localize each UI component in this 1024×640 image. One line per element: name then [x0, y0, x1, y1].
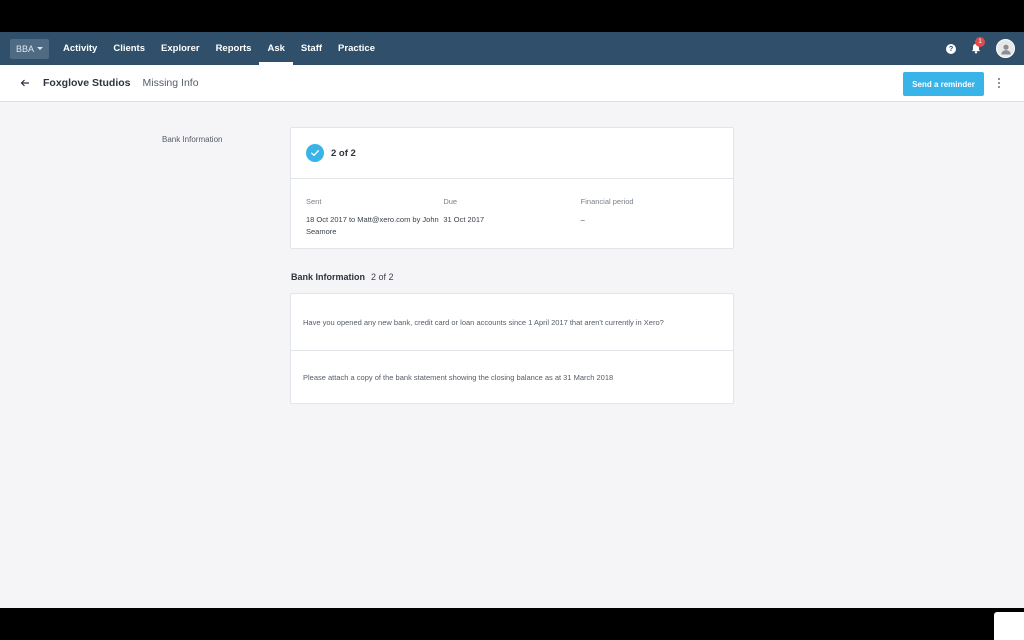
- request-meta: Sent 18 Oct 2017 to Matt@xero.com by Joh…: [291, 179, 733, 238]
- send-reminder-button[interactable]: Send a reminder: [903, 72, 984, 96]
- avatar[interactable]: [996, 39, 1015, 58]
- more-options-button[interactable]: [996, 75, 1002, 91]
- video-frame: BBA Activity Clients Explorer Reports As…: [0, 0, 1024, 640]
- notifications-button[interactable]: 1: [970, 36, 985, 55]
- period-label: Financial period: [580, 197, 634, 206]
- list-item[interactable]: Have you opened any new bank, credit car…: [291, 294, 733, 351]
- question-group-heading: Bank Information 2 of 2: [291, 272, 394, 282]
- notification-badge: 1: [975, 36, 985, 47]
- back-button[interactable]: [19, 77, 31, 89]
- nav-right-actions: ? 1: [946, 32, 1015, 65]
- nav-item-practice[interactable]: Practice: [330, 32, 383, 65]
- page-header: Foxglove Studios Missing Info Send a rem…: [0, 65, 1024, 102]
- request-status-card: 2 of 2 Sent 18 Oct 2017 to Matt@xero.com…: [290, 127, 734, 249]
- more-dot-icon: [998, 86, 1000, 88]
- checkmark-icon: [311, 150, 319, 156]
- corner-overlay: [994, 612, 1024, 640]
- period-value: –: [580, 215, 585, 224]
- group-count: 2 of 2: [371, 272, 394, 282]
- caret-down-icon: [37, 47, 43, 50]
- nav-item-reports[interactable]: Reports: [208, 32, 260, 65]
- due-label: Due: [443, 197, 458, 206]
- top-navigation: BBA Activity Clients Explorer Reports As…: [0, 32, 1024, 65]
- meta-due: Due 31 Oct 2017: [443, 197, 580, 238]
- nav-item-staff[interactable]: Staff: [293, 32, 330, 65]
- status-row: 2 of 2: [291, 128, 733, 179]
- app-window: BBA Activity Clients Explorer Reports As…: [0, 32, 1024, 608]
- arrow-left-icon: [20, 79, 29, 87]
- nav-item-clients[interactable]: Clients: [105, 32, 153, 65]
- nav-item-explorer[interactable]: Explorer: [153, 32, 208, 65]
- help-icon[interactable]: ?: [946, 43, 956, 54]
- more-dot-icon: [998, 82, 1000, 84]
- meta-period: Financial period –: [581, 197, 718, 238]
- sent-label: Sent: [306, 197, 322, 206]
- section-label: Bank Information: [162, 135, 223, 144]
- group-title: Bank Information: [291, 272, 366, 282]
- sent-value: 18 Oct 2017 to Matt@xero.com by John Sea…: [306, 215, 439, 236]
- status-progress: 2 of 2: [331, 147, 356, 159]
- org-switcher[interactable]: BBA: [10, 38, 49, 59]
- nav-items: Activity Clients Explorer Reports Ask St…: [55, 32, 383, 65]
- user-avatar-icon: [1000, 44, 1011, 54]
- check-circle-icon: [306, 144, 324, 162]
- meta-sent: Sent 18 Oct 2017 to Matt@xero.com by Joh…: [306, 197, 443, 238]
- nav-item-activity[interactable]: Activity: [55, 32, 105, 65]
- more-dot-icon: [998, 78, 1000, 80]
- page-title: Missing Info: [142, 77, 199, 89]
- org-label: BBA: [15, 43, 34, 54]
- nav-item-ask[interactable]: Ask: [259, 32, 294, 65]
- list-item[interactable]: Please attach a copy of the bank stateme…: [291, 351, 733, 403]
- questions-card: Have you opened any new bank, credit car…: [290, 293, 734, 404]
- client-name[interactable]: Foxglove Studios: [43, 77, 131, 89]
- due-value: 31 Oct 2017: [443, 215, 485, 224]
